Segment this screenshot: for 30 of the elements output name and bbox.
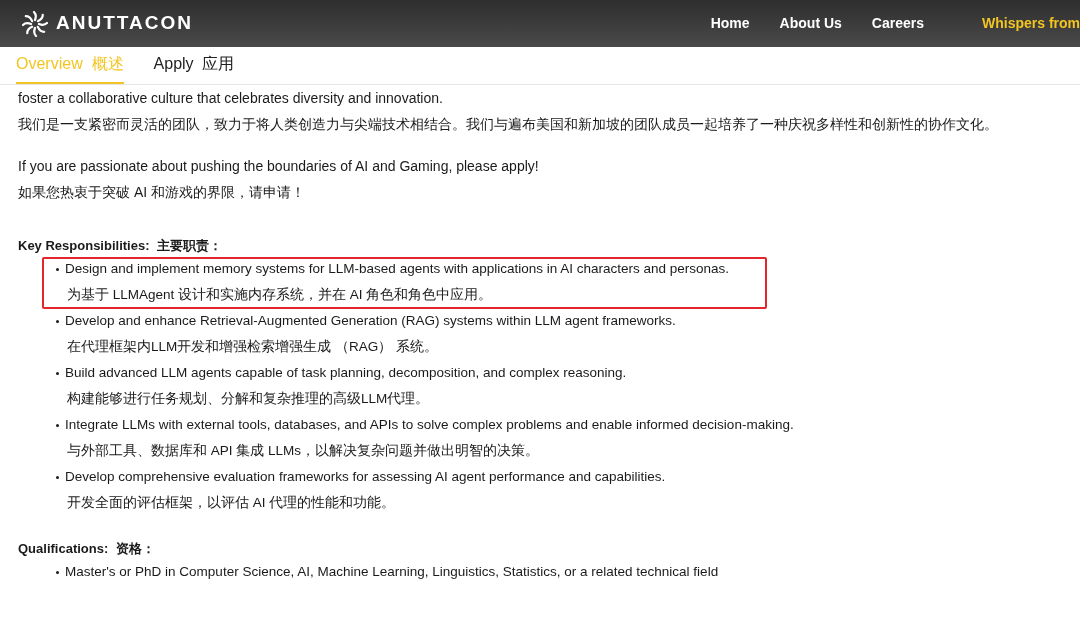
paragraph: 如果您热衷于突破 AI 和游戏的界限，请申请！ <box>18 183 306 202</box>
nav-link[interactable]: Careers <box>871 13 924 34</box>
list-item-translation: 为基于 LLMAgent 设计和实施内存系统，并在 AI 角色和角色中应用。 <box>67 286 494 304</box>
section-heading: Qualifications: 资格： <box>18 540 156 558</box>
list-item-translation: 在代理框架内LLM开发和增强检索增强生成 （RAG） 系统。 <box>67 338 440 356</box>
brand-logo-text: ANUTTACON <box>56 11 193 36</box>
swirl-logo-icon <box>22 10 48 37</box>
list-item-text: Build advanced LLM agents capable of task planning, decomposition, and complex reasoning. <box>65 364 627 382</box>
list-item-translation: 开发全面的评估框架，以评估 AI 代理的性能和功能。 <box>67 494 397 512</box>
bullet-icon <box>56 371 59 375</box>
list-item-text: Integrate LLMs with external tools, databases, and APIs to solve complex problems and enable informed decision-making. <box>65 416 794 434</box>
tab[interactable]: Apply 应用 <box>153 46 235 84</box>
list-item-text: Develop comprehensive evaluation frameworks for assessing AI agent performance and capabilities. <box>65 468 666 486</box>
bullet-icon <box>56 423 59 427</box>
section-heading: Key Responsibilities: 主要职责： <box>18 237 223 255</box>
nav-link[interactable]: Whispers from <box>982 13 1080 34</box>
list-item-translation: 构建能够进行任务规划、分解和复杂推理的高级LLM代理。 <box>67 390 431 408</box>
nav-link[interactable]: Home <box>710 13 750 34</box>
list-item-text: Design and implement memory systems for LLM-based agents with applications in AI characters and personas. <box>65 260 730 278</box>
bullet-icon <box>56 319 59 323</box>
list-item-text: Develop and enhance Retrieval-Augmented Generation (RAG) systems within LLM agent frameworks. <box>65 312 676 330</box>
paragraph: foster a collaborative culture that celebrates diversity and innovation. <box>18 89 444 108</box>
bullet-icon <box>56 267 59 271</box>
list-item-text: Master's or PhD in Computer Science, AI, Machine Learning, Linguistics, Statistics, or a related technical field <box>65 563 719 581</box>
list-item-translation: 与外部工具、数据库和 API 集成 LLMs，以解决复杂问题并做出明智的决策。 <box>67 442 541 460</box>
bullet-icon <box>56 475 59 479</box>
paragraph: If you are passionate about pushing the boundaries of AI and Gaming, please apply! <box>18 157 540 176</box>
paragraph: 我们是一支紧密而灵活的团队，致力于将人类创造力与尖端技术相结合。我们与遍布美国和新加坡的团队成员一起培养了一种庆祝多样性和创新性的协作文化。 <box>18 115 999 134</box>
bullet-icon <box>56 570 59 574</box>
nav-link[interactable]: About Us <box>779 13 842 34</box>
